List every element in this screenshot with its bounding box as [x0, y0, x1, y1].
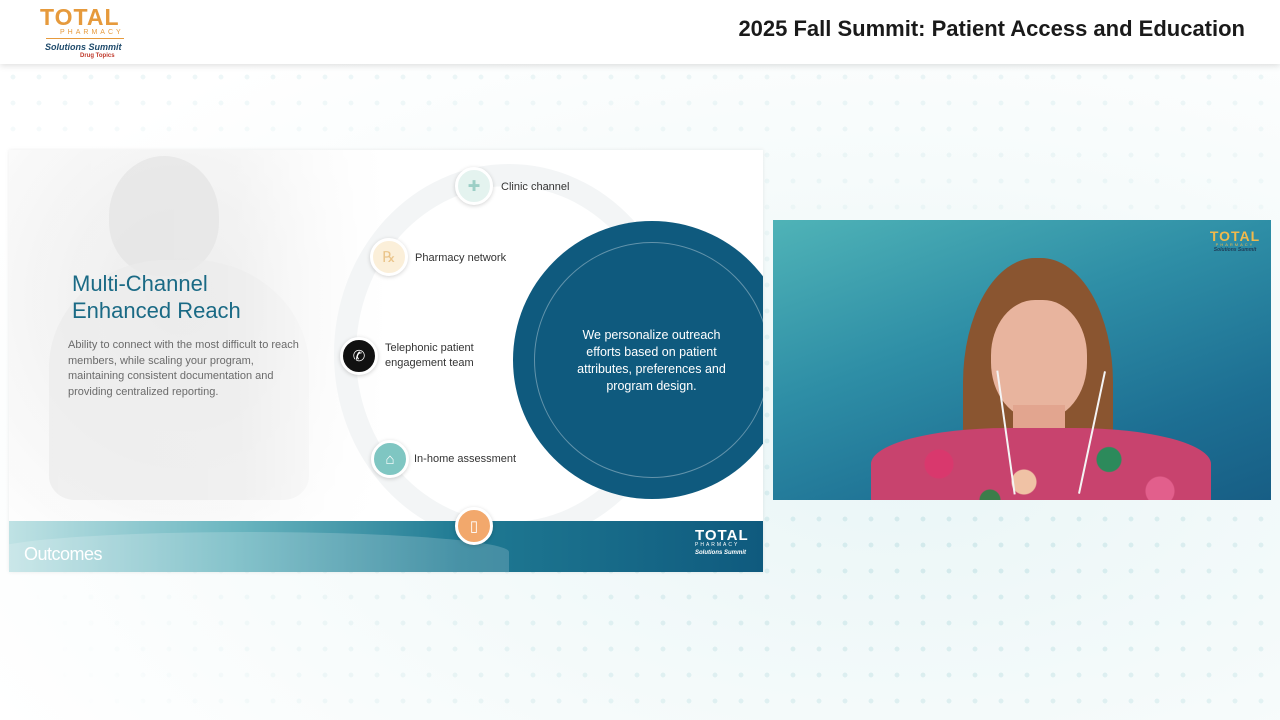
- speaker-webcam: TOTAL PHARMACY Solutions Summit: [773, 220, 1271, 500]
- slide-title-line1: Multi-Channel: [72, 271, 208, 296]
- channel-label-clinic: Clinic channel: [501, 181, 570, 193]
- logo-tagline: Solutions Summit: [45, 42, 122, 52]
- slide-footer-logo: TOTAL PHARMACY Solutions Summit: [695, 527, 755, 569]
- home-icon: ⌂: [371, 440, 409, 478]
- channel-label-pharmacy: Pharmacy network: [415, 252, 507, 264]
- doctor-photo: [9, 150, 389, 522]
- logo-divider: [46, 38, 124, 39]
- phone-icon: ✆: [340, 337, 378, 375]
- webcam-logo-tagline: Solutions Summit: [1213, 247, 1257, 253]
- center-circle-text: We personalize outreach efforts based on…: [577, 328, 726, 393]
- channel-label-telephonic-line2: engagement team: [385, 357, 474, 369]
- channel-label-telephonic-line1: Telephonic patient: [385, 342, 474, 354]
- total-pharmacy-logo: TOTAL PHARMACY Solutions Summit Drug Top…: [40, 4, 130, 60]
- slide-logo-tagline: Solutions Summit: [695, 550, 746, 556]
- channel-label-in-home: In-home assessment: [414, 453, 517, 465]
- slide-title: Multi-Channel Enhanced Reach: [72, 270, 292, 324]
- webcam-logo: TOTAL PHARMACY Solutions Summit: [1209, 228, 1261, 253]
- logo-powered-by: Drug Topics: [80, 53, 115, 59]
- mobile-icon: ▯: [455, 507, 493, 545]
- summit-header: TOTAL PHARMACY Solutions Summit Drug Top…: [0, 0, 1280, 64]
- logo-sub: PHARMACY: [60, 29, 124, 36]
- slide-title-line2: Enhanced Reach: [72, 298, 241, 323]
- presentation-slide: Multi-Channel Enhanced Reach Ability to …: [9, 150, 763, 572]
- slide-description: Ability to connect with the most difficu…: [68, 339, 299, 398]
- clinic-icon: ✚: [455, 167, 493, 205]
- photo-fade-overlay: [9, 150, 389, 522]
- channel-label-telephonic: Telephonic patient engagement team: [385, 341, 474, 371]
- outcomes-brand: Outcomes: [24, 544, 103, 564]
- logo-word: TOTAL: [40, 4, 120, 30]
- pharmacy-icon: ℞: [370, 238, 408, 276]
- speaker-shirt: [871, 428, 1211, 500]
- event-title: 2025 Fall Summit: Patient Access and Edu…: [738, 16, 1245, 41]
- speaker-face: [991, 300, 1087, 420]
